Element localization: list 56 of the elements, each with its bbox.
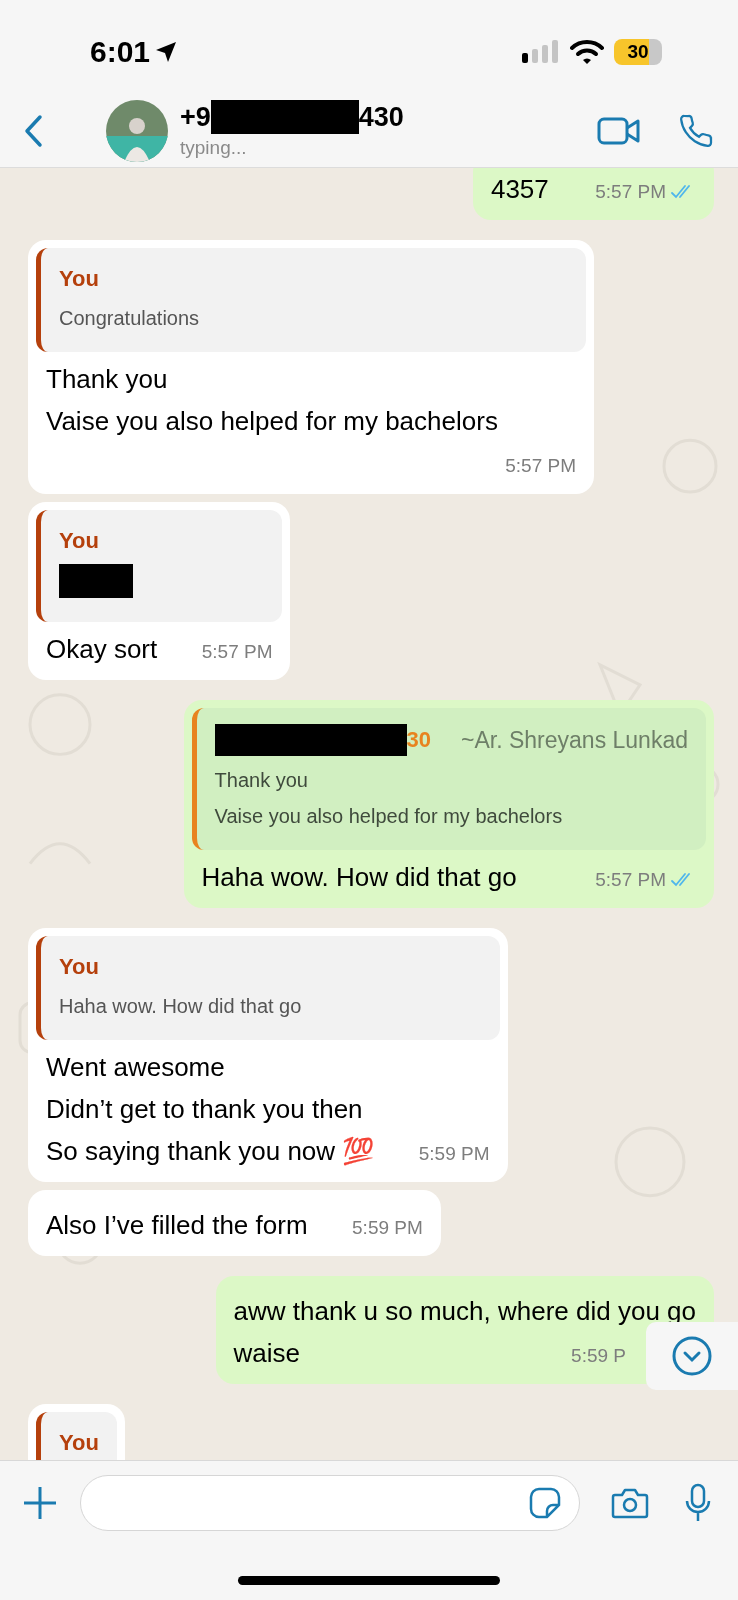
quote-author: You — [59, 265, 99, 293]
back-icon — [23, 114, 43, 148]
message-time: 5:59 PM — [418, 1141, 490, 1166]
message-text: Thank you — [46, 364, 168, 394]
message-text: 4357 — [490, 174, 549, 204]
quote-text: Thank you — [214, 768, 309, 793]
quote-text: Haha wow. How did that go — [59, 994, 303, 1019]
message-text: waise — [233, 1338, 300, 1368]
wifi-icon — [570, 38, 604, 65]
message-text: Okay sort — [46, 634, 158, 664]
message-text: So saying thank you now 💯 — [46, 1136, 375, 1166]
sender-name: ~Ar. Shreyans Lunkad — [460, 726, 688, 755]
message-text: Went awesome — [46, 1052, 225, 1082]
video-camera-icon — [597, 116, 641, 146]
incoming-message-bubble[interactable]: You — [28, 1404, 125, 1460]
message-time: 5:57 PM — [505, 453, 576, 478]
microphone-icon — [684, 1483, 712, 1523]
quote-text: Congratulations — [59, 306, 201, 331]
quote-author: You — [59, 527, 99, 555]
signal-icon — [522, 38, 560, 65]
contact-name[interactable]: 430 — [358, 100, 404, 133]
typing-status: typing... — [180, 135, 248, 160]
location-arrow-icon — [154, 39, 179, 64]
quote-author: You — [59, 1429, 99, 1457]
chevron-down-icon — [672, 1336, 712, 1376]
message-input-field[interactable] — [80, 1475, 580, 1531]
incoming-message-bubble[interactable]: Also I’ve filled the form 5:59 PM — [28, 1190, 441, 1256]
message-text: Vaise you also helped for my bachelors — [46, 406, 498, 436]
quote-author: You — [59, 953, 99, 981]
plus-icon — [22, 1485, 58, 1521]
contact-name[interactable]: +9 — [180, 100, 211, 133]
phone-icon — [678, 113, 714, 149]
message-time: 5:59 PM — [352, 1215, 423, 1240]
message-text: Didn’t get to thank you then — [46, 1094, 363, 1124]
message-time: 5:59 P — [571, 1343, 626, 1368]
message-time: 5:57 PM — [595, 179, 666, 204]
sticker-icon[interactable] — [529, 1487, 561, 1519]
outgoing-message-bubble[interactable]: 30 ~Ar. Shreyans Lunkad Thank you Vaise you also helped for my bachelors Haha wow. How did that go 5:57 PM — [183, 700, 714, 908]
outgoing-message-bubble[interactable]: 4357 5:57 PM — [472, 168, 714, 220]
quote-text: Vaise you also helped for my bachelors — [214, 804, 564, 829]
message-text: Haha wow. How did that go — [201, 862, 517, 892]
quoted-message[interactable]: You Haha wow. How did that go — [36, 936, 500, 1040]
quoted-message[interactable]: You — [36, 1412, 117, 1460]
camera-icon — [611, 1487, 649, 1519]
quoted-message[interactable]: You Congratulations — [36, 248, 586, 352]
message-time: 5:57 PM — [595, 867, 666, 892]
incoming-message-bubble[interactable]: You Congratulations Thank you Vaise you also helped for my bachelors 5:57 PM — [28, 240, 594, 494]
message-time: 5:57 PM — [201, 639, 273, 664]
quote-author: 30 — [406, 726, 432, 754]
quoted-message[interactable]: You — [36, 510, 283, 622]
message-text: Also I’ve filled the form — [46, 1210, 308, 1240]
clock: 6:01 — [90, 34, 151, 70]
incoming-message-bubble[interactable]: You Okay sort 5:57 PM — [28, 502, 291, 680]
quoted-message[interactable]: 30 ~Ar. Shreyans Lunkad Thank you Vaise you also helped for my bachelors — [191, 708, 706, 850]
battery-indicator: 30 — [614, 38, 662, 65]
incoming-message-bubble[interactable]: You Haha wow. How did that go Went awesome Didn’t get to thank you then So saying thank you now 💯 5:59 PM — [28, 928, 508, 1182]
